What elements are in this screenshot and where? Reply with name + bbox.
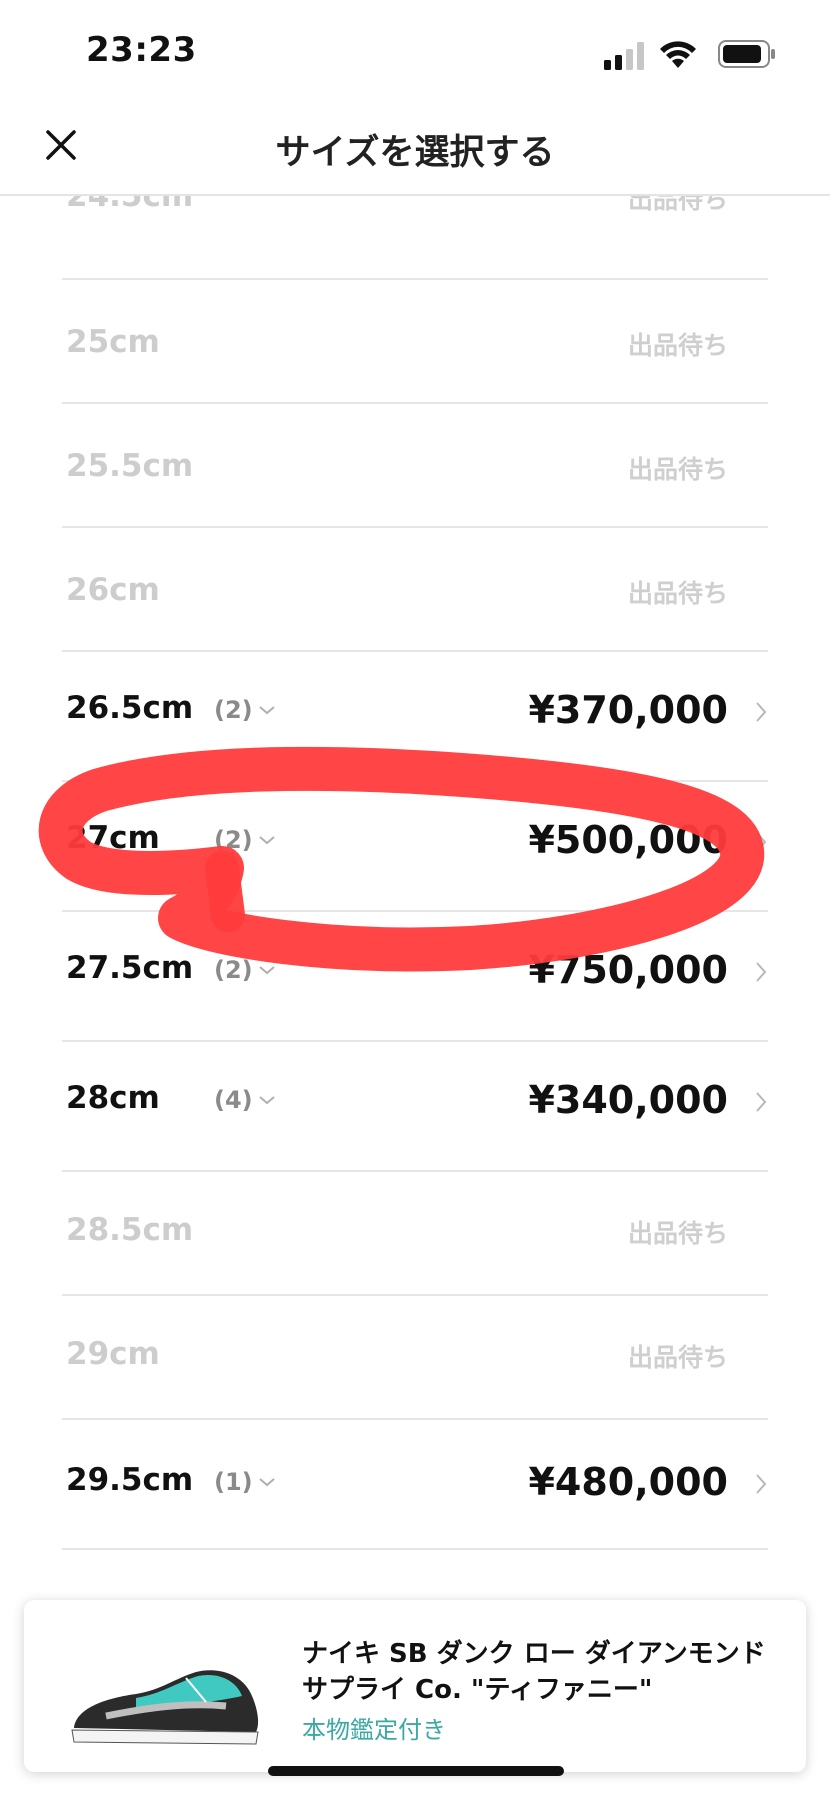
lowest-price: ¥340,000 — [528, 1078, 728, 1122]
chevron-right-icon — [756, 962, 767, 982]
product-name: ナイキ SB ダンク ロー ダイアンモンド サプライ Co. "ティファニー" — [302, 1639, 766, 1705]
size-label: 29.5cm — [66, 1462, 194, 1498]
listing-count[interactable]: (1) — [214, 1468, 253, 1496]
size-label: 28cm — [66, 1080, 160, 1116]
awaiting-listing-label: 出品待ち — [627, 331, 728, 360]
size-row-partial[interactable] — [62, 1550, 768, 1596]
size-list[interactable]: 24.5cm 出品待ち 25cm 出品待ち 25.5cm 出品待ち 26cm 出… — [62, 196, 768, 1596]
size-row-27[interactable]: 27cm (2) ¥500,000 — [62, 782, 768, 912]
cellular-signal-icon — [604, 42, 644, 70]
size-row-29-5[interactable]: 29.5cm (1) ¥480,000 — [62, 1420, 768, 1550]
awaiting-listing-label: 出品待ち — [627, 455, 728, 484]
size-row-24-5: 24.5cm 出品待ち — [62, 196, 768, 280]
size-label: 28.5cm — [66, 1212, 194, 1248]
chevron-right-icon — [756, 1092, 767, 1112]
lowest-price: ¥750,000 — [528, 948, 728, 992]
size-row-28[interactable]: 28cm (4) ¥340,000 — [62, 1042, 768, 1172]
chevron-right-icon — [756, 702, 767, 722]
size-row-26: 26cm 出品待ち — [62, 528, 768, 652]
listing-count[interactable]: (4) — [214, 1086, 253, 1114]
wifi-icon — [660, 41, 696, 68]
chevron-right-icon — [756, 832, 767, 852]
size-label: 25.5cm — [66, 448, 194, 484]
sneaker-image — [71, 1670, 259, 1745]
chevron-down-icon[interactable] — [258, 1476, 276, 1488]
lowest-price: ¥480,000 — [528, 1460, 728, 1504]
size-row-27-5[interactable]: 27.5cm (2) ¥750,000 — [62, 912, 768, 1042]
listing-count[interactable]: (2) — [214, 696, 253, 724]
size-label: 27cm — [66, 820, 160, 856]
awaiting-listing-label: 出品待ち — [627, 1219, 728, 1248]
size-label: 24.5cm — [66, 196, 194, 214]
listing-count[interactable]: (2) — [214, 826, 253, 854]
lowest-price: ¥500,000 — [528, 818, 728, 862]
header: サイズを選択する — [0, 100, 830, 196]
home-indicator — [268, 1766, 564, 1776]
chevron-down-icon[interactable] — [258, 704, 276, 716]
size-label: 25cm — [66, 324, 160, 360]
awaiting-listing-label: 出品待ち — [627, 196, 728, 214]
size-row-29: 29cm 出品待ち — [62, 1296, 768, 1420]
listing-count[interactable]: (2) — [214, 956, 253, 984]
chevron-down-icon[interactable] — [258, 834, 276, 846]
chevron-right-icon — [756, 1474, 767, 1494]
size-label: 29cm — [66, 1336, 160, 1372]
authenticity-label: 本物鑑定付き — [302, 1716, 446, 1744]
page-title: サイズを選択する — [275, 133, 555, 173]
size-label: 26cm — [66, 572, 160, 608]
size-row-25-5: 25.5cm 出品待ち — [62, 404, 768, 528]
battery-icon — [718, 40, 775, 68]
status-bar: 23:23 — [0, 0, 830, 100]
status-time: 23:23 — [86, 30, 197, 70]
chevron-down-icon[interactable] — [258, 1094, 276, 1106]
chevron-down-icon[interactable] — [258, 964, 276, 976]
size-row-25: 25cm 出品待ち — [62, 280, 768, 404]
size-row-26-5[interactable]: 26.5cm (2) ¥370,000 — [62, 652, 768, 782]
awaiting-listing-label: 出品待ち — [627, 579, 728, 608]
lowest-price: ¥370,000 — [528, 688, 728, 732]
size-row-28-5: 28.5cm 出品待ち — [62, 1172, 768, 1296]
awaiting-listing-label: 出品待ち — [627, 1343, 728, 1372]
size-label: 26.5cm — [66, 690, 194, 726]
product-card[interactable]: ナイキ SB ダンク ロー ダイアンモンド サプライ Co. "ティファニー" … — [24, 1600, 806, 1772]
size-label: 27.5cm — [66, 950, 194, 986]
